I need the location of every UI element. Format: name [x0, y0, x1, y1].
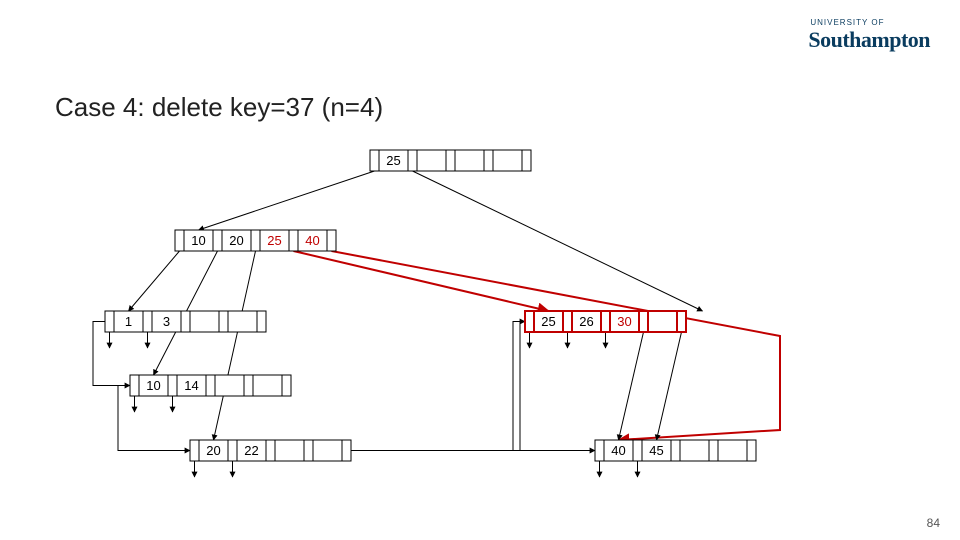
- node-key: 45: [649, 443, 663, 458]
- btree-node-root: 25: [370, 150, 531, 171]
- node-key: 40: [611, 443, 625, 458]
- btree-node-leaf_d: 25 26 30: [525, 311, 686, 332]
- sibling-link: [351, 322, 525, 451]
- node-key: 1: [125, 314, 132, 329]
- node-key: 25: [267, 233, 281, 248]
- node-key: 40: [305, 233, 319, 248]
- node-key: 30: [617, 314, 631, 329]
- node-key: 26: [579, 314, 593, 329]
- node-key: 20: [229, 233, 243, 248]
- btree-node-leaf_c: 2022: [190, 440, 351, 461]
- sibling-link: [513, 322, 682, 451]
- btree-node-leaf_e: 40 45: [595, 440, 756, 461]
- node-key: 3: [163, 314, 170, 329]
- btree-diagram: 251020254013101420222526304045: [0, 0, 960, 540]
- btree-node-leaf_b: 10 14: [130, 375, 291, 396]
- btree-node-leaf_a: 13: [105, 311, 266, 332]
- node-key: 20: [206, 443, 220, 458]
- node-key: 25: [386, 153, 400, 168]
- node-key: 10: [146, 378, 160, 393]
- btree-node-int1: 10 20 25 40: [175, 230, 336, 251]
- node-key: 10: [191, 233, 205, 248]
- node-key: 22: [244, 443, 258, 458]
- node-key: 25: [541, 314, 555, 329]
- node-key: 14: [184, 378, 198, 393]
